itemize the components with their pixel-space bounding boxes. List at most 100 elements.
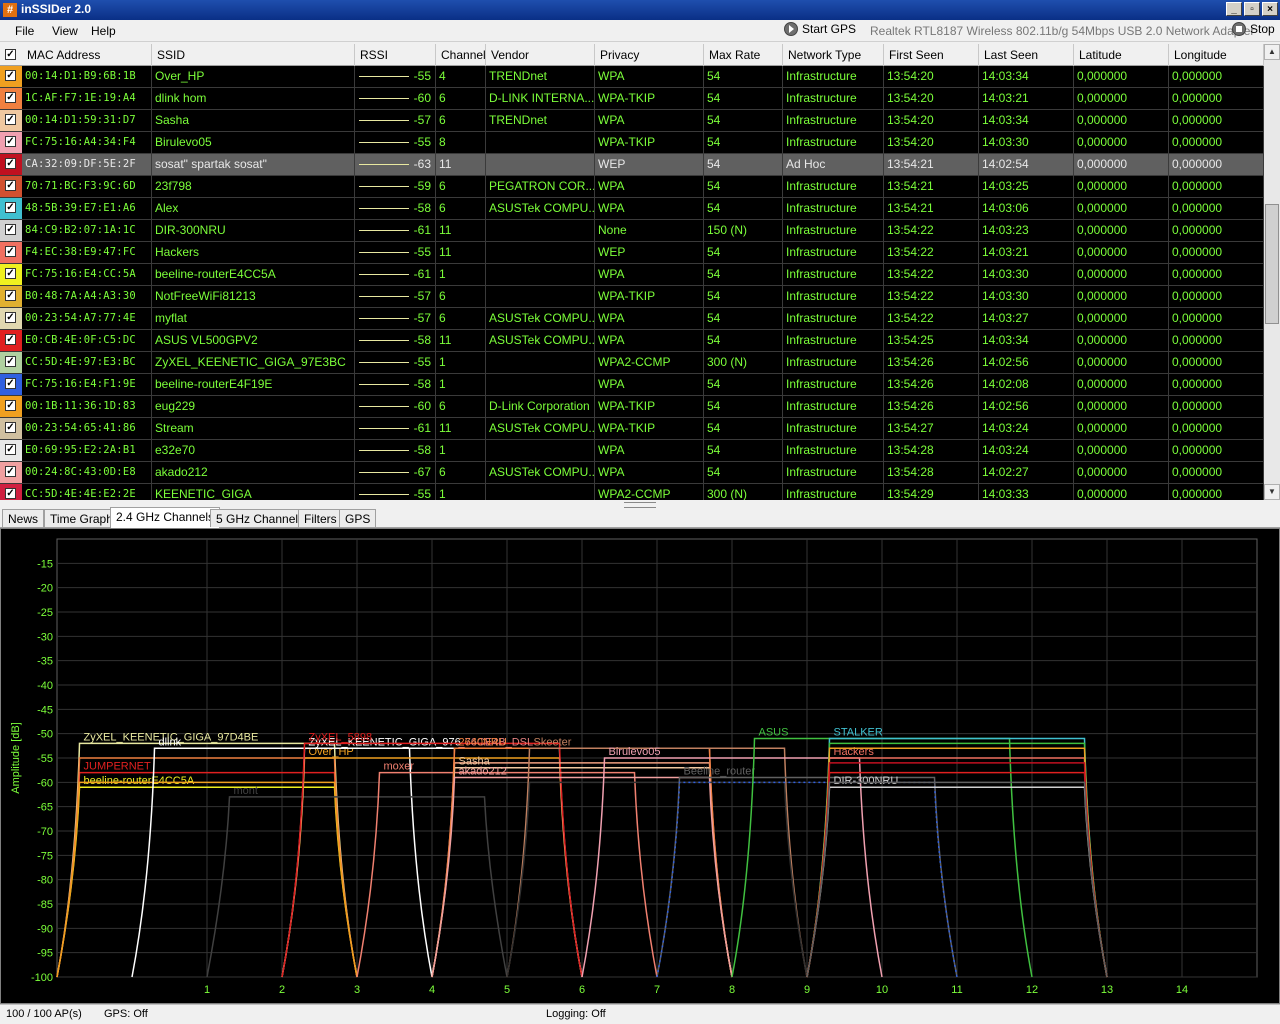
table-row[interactable]: ✓ 00:14:D1:B9:6B:1B Over_HP -55 4 TRENDnet WPA… xyxy=(0,66,1264,88)
row-checkbox[interactable]: ✓ xyxy=(5,356,16,367)
table-row[interactable]: ✓ 00:23:54:A7:77:4E myflat -57 6 ASUSTek COMP… xyxy=(0,308,1264,330)
row-checkbox[interactable]: ✓ xyxy=(5,92,16,103)
row-checkbox[interactable]: ✓ xyxy=(5,290,16,301)
row-checkbox[interactable]: ✓ xyxy=(5,202,16,213)
column-header-ssid[interactable]: SSID xyxy=(152,44,355,66)
cell-longitude: 0,000000 xyxy=(1169,66,1264,87)
column-header-last-seen[interactable]: Last Seen xyxy=(979,44,1074,66)
column-header-latitude[interactable]: Latitude xyxy=(1074,44,1169,66)
cell-latitude: 0,000000 xyxy=(1074,462,1169,483)
column-header-mac[interactable]: MAC Address xyxy=(22,44,152,66)
row-checkbox[interactable]: ✓ xyxy=(5,246,16,257)
ap-count: 100 / 100 AP(s) xyxy=(6,1008,82,1020)
rssi-value: -55 xyxy=(413,487,431,500)
tab-filters[interactable]: Filters xyxy=(298,509,343,527)
column-header-rssi[interactable]: RSSI xyxy=(355,44,436,66)
menu-help[interactable]: Help xyxy=(91,24,116,38)
cell-vendor xyxy=(486,352,595,373)
tab-news[interactable]: News xyxy=(2,509,45,527)
select-all-checkbox[interactable]: ✓ xyxy=(5,49,16,60)
scroll-up-icon[interactable]: ▲ xyxy=(1264,44,1280,60)
scroll-down-icon[interactable]: ▼ xyxy=(1264,484,1280,500)
window-title: inSSIDer 2.0 xyxy=(21,2,92,16)
cell-network-type: Infrastructure xyxy=(783,396,884,417)
table-row[interactable]: ✓ E0:69:95:E2:2A:B1 e32e70 -58 1 WPA 54 Infrast… xyxy=(0,440,1264,462)
minimize-button[interactable]: _ xyxy=(1226,2,1242,16)
rssi-value: -60 xyxy=(413,91,431,105)
table-row[interactable]: ✓ E0:CB:4E:0F:C5:DC ASUS VL500GPV2 -58 11 ASU… xyxy=(0,330,1264,352)
table-row[interactable]: ✓ 84:C9:B2:07:1A:1C DIR-300NRU -61 11 None 150… xyxy=(0,220,1264,242)
table-row[interactable]: ✓ FC:75:16:E4:CC:5A beeline-routerE4CC5A -6… xyxy=(0,264,1264,286)
column-header-vendor[interactable]: Vendor xyxy=(486,44,595,66)
cell-network-type: Infrastructure xyxy=(783,374,884,395)
tab-5ghz-channels[interactable]: 5 GHz Channels xyxy=(210,509,311,527)
row-checkbox[interactable]: ✓ xyxy=(5,268,16,279)
close-button[interactable]: × xyxy=(1262,2,1278,16)
row-color-swatch: ✓ xyxy=(0,264,22,285)
cell-latitude: 0,000000 xyxy=(1074,110,1169,131)
row-checkbox[interactable]: ✓ xyxy=(5,422,16,433)
table-row[interactable]: ✓ 00:14:D1:59:31:D7 Sasha -57 6 TRENDnet WPA 54… xyxy=(0,110,1264,132)
row-color-swatch: ✓ xyxy=(0,330,22,351)
row-checkbox[interactable]: ✓ xyxy=(5,136,16,147)
column-header-longitude[interactable]: Longitude xyxy=(1169,44,1264,66)
row-checkbox[interactable]: ✓ xyxy=(5,378,16,389)
table-row[interactable]: ✓ 70:71:BC:F3:9C:6D 23f798 -59 6 PEGATRON COR… xyxy=(0,176,1264,198)
column-header-max-rate[interactable]: Max Rate xyxy=(704,44,783,66)
row-checkbox[interactable]: ✓ xyxy=(5,444,16,455)
cell-max-rate: 54 xyxy=(704,440,783,461)
scroll-thumb[interactable] xyxy=(1265,204,1279,324)
network-curve-label: 2640NRU xyxy=(459,736,507,748)
rssi-sparkline xyxy=(359,494,409,495)
row-checkbox[interactable]: ✓ xyxy=(5,400,16,411)
row-checkbox[interactable]: ✓ xyxy=(5,312,16,323)
network-curve-label: Skeeter xyxy=(534,736,572,748)
cell-mac: E0:69:95:E2:2A:B1 xyxy=(22,440,152,461)
table-row[interactable]: ✓ CC:5D:4E:4E:E2:2E KEENETIC_GIGA -55 1 WPA2-… xyxy=(0,484,1264,500)
row-checkbox[interactable]: ✓ xyxy=(5,466,16,477)
cell-rssi: -55 xyxy=(355,132,436,153)
table-row[interactable]: ✓ 48:5B:39:E7:E1:A6 Alex -58 6 ASUSTek COMPU.… xyxy=(0,198,1264,220)
table-scrollbar[interactable]: ▲ ▼ xyxy=(1264,44,1280,500)
table-row[interactable]: ✓ 00:23:54:65:41:86 Stream -61 11 ASUSTek COM… xyxy=(0,418,1264,440)
table-row[interactable]: ✓ 00:24:8C:43:0D:E8 akado212 -67 6 ASUSTek CO… xyxy=(0,462,1264,484)
start-gps-button[interactable]: Start GPS xyxy=(784,22,856,36)
column-header-privacy[interactable]: Privacy xyxy=(595,44,704,66)
row-checkbox[interactable]: ✓ xyxy=(5,224,16,235)
adapter-select[interactable]: Realtek RTL8187 Wireless 802.11b/g 54Mbp… xyxy=(870,24,1254,38)
menu-file[interactable]: File xyxy=(15,24,34,38)
rssi-value: -55 xyxy=(413,135,431,149)
cell-privacy: WPA xyxy=(595,264,704,285)
table-row[interactable]: ✓ 00:1B:11:36:1D:83 eug229 -60 6 D-Link Corpo… xyxy=(0,396,1264,418)
rssi-sparkline xyxy=(359,274,409,275)
maximize-button[interactable]: ▫ xyxy=(1244,2,1260,16)
table-row[interactable]: ✓ F4:EC:38:E9:47:FC Hackers -55 11 WEP 54 Infra… xyxy=(0,242,1264,264)
table-row[interactable]: ✓ FC:75:16:A4:34:F4 Birulevo05 -55 8 WPA-TKIP… xyxy=(0,132,1264,154)
cell-max-rate: 54 xyxy=(704,330,783,351)
tab-time-graph[interactable]: Time Graph xyxy=(44,509,119,527)
column-header-channel[interactable]: Channel xyxy=(436,44,486,66)
row-checkbox[interactable]: ✓ xyxy=(5,114,16,125)
table-row[interactable]: ✓ B0:48:7A:A4:A3:30 NotFreeWiFi81213 -57 6 WP… xyxy=(0,286,1264,308)
row-checkbox[interactable]: ✓ xyxy=(5,488,16,499)
cell-channel: 11 xyxy=(436,154,486,175)
tab-24ghz-channels[interactable]: 2.4 GHz Channels xyxy=(110,507,221,528)
row-checkbox[interactable]: ✓ xyxy=(5,334,16,345)
column-header-first-seen[interactable]: First Seen xyxy=(884,44,979,66)
row-checkbox[interactable]: ✓ xyxy=(5,70,16,81)
cell-first-seen: 13:54:28 xyxy=(884,440,979,461)
cell-mac: 00:24:8C:43:0D:E8 xyxy=(22,462,152,483)
cell-privacy: WPA xyxy=(595,110,704,131)
table-row[interactable]: ✓ CC:5D:4E:97:E3:BC ZyXEL_KEENETIC_GIGA_97… xyxy=(0,352,1264,374)
stop-button[interactable]: Stop xyxy=(1232,22,1275,36)
cell-network-type: Infrastructure xyxy=(783,110,884,131)
row-checkbox[interactable]: ✓ xyxy=(5,180,16,191)
row-checkbox[interactable]: ✓ xyxy=(5,158,16,169)
table-row[interactable]: ✓ CA:32:09:DF:5E:2F sosat" spartak sosat" -… xyxy=(0,154,1264,176)
table-row[interactable]: ✓ 1C:AF:F7:1E:19:A4 dlink hom -60 6 D-LINK IN… xyxy=(0,88,1264,110)
tab-gps[interactable]: GPS xyxy=(339,509,377,527)
cell-ssid: dlink hom xyxy=(152,88,355,109)
table-row[interactable]: ✓ FC:75:16:E4:F1:9E beeline-routerE4F19E -5… xyxy=(0,374,1264,396)
column-header-network-type[interactable]: Network Type xyxy=(783,44,884,66)
menu-view[interactable]: View xyxy=(52,24,78,38)
